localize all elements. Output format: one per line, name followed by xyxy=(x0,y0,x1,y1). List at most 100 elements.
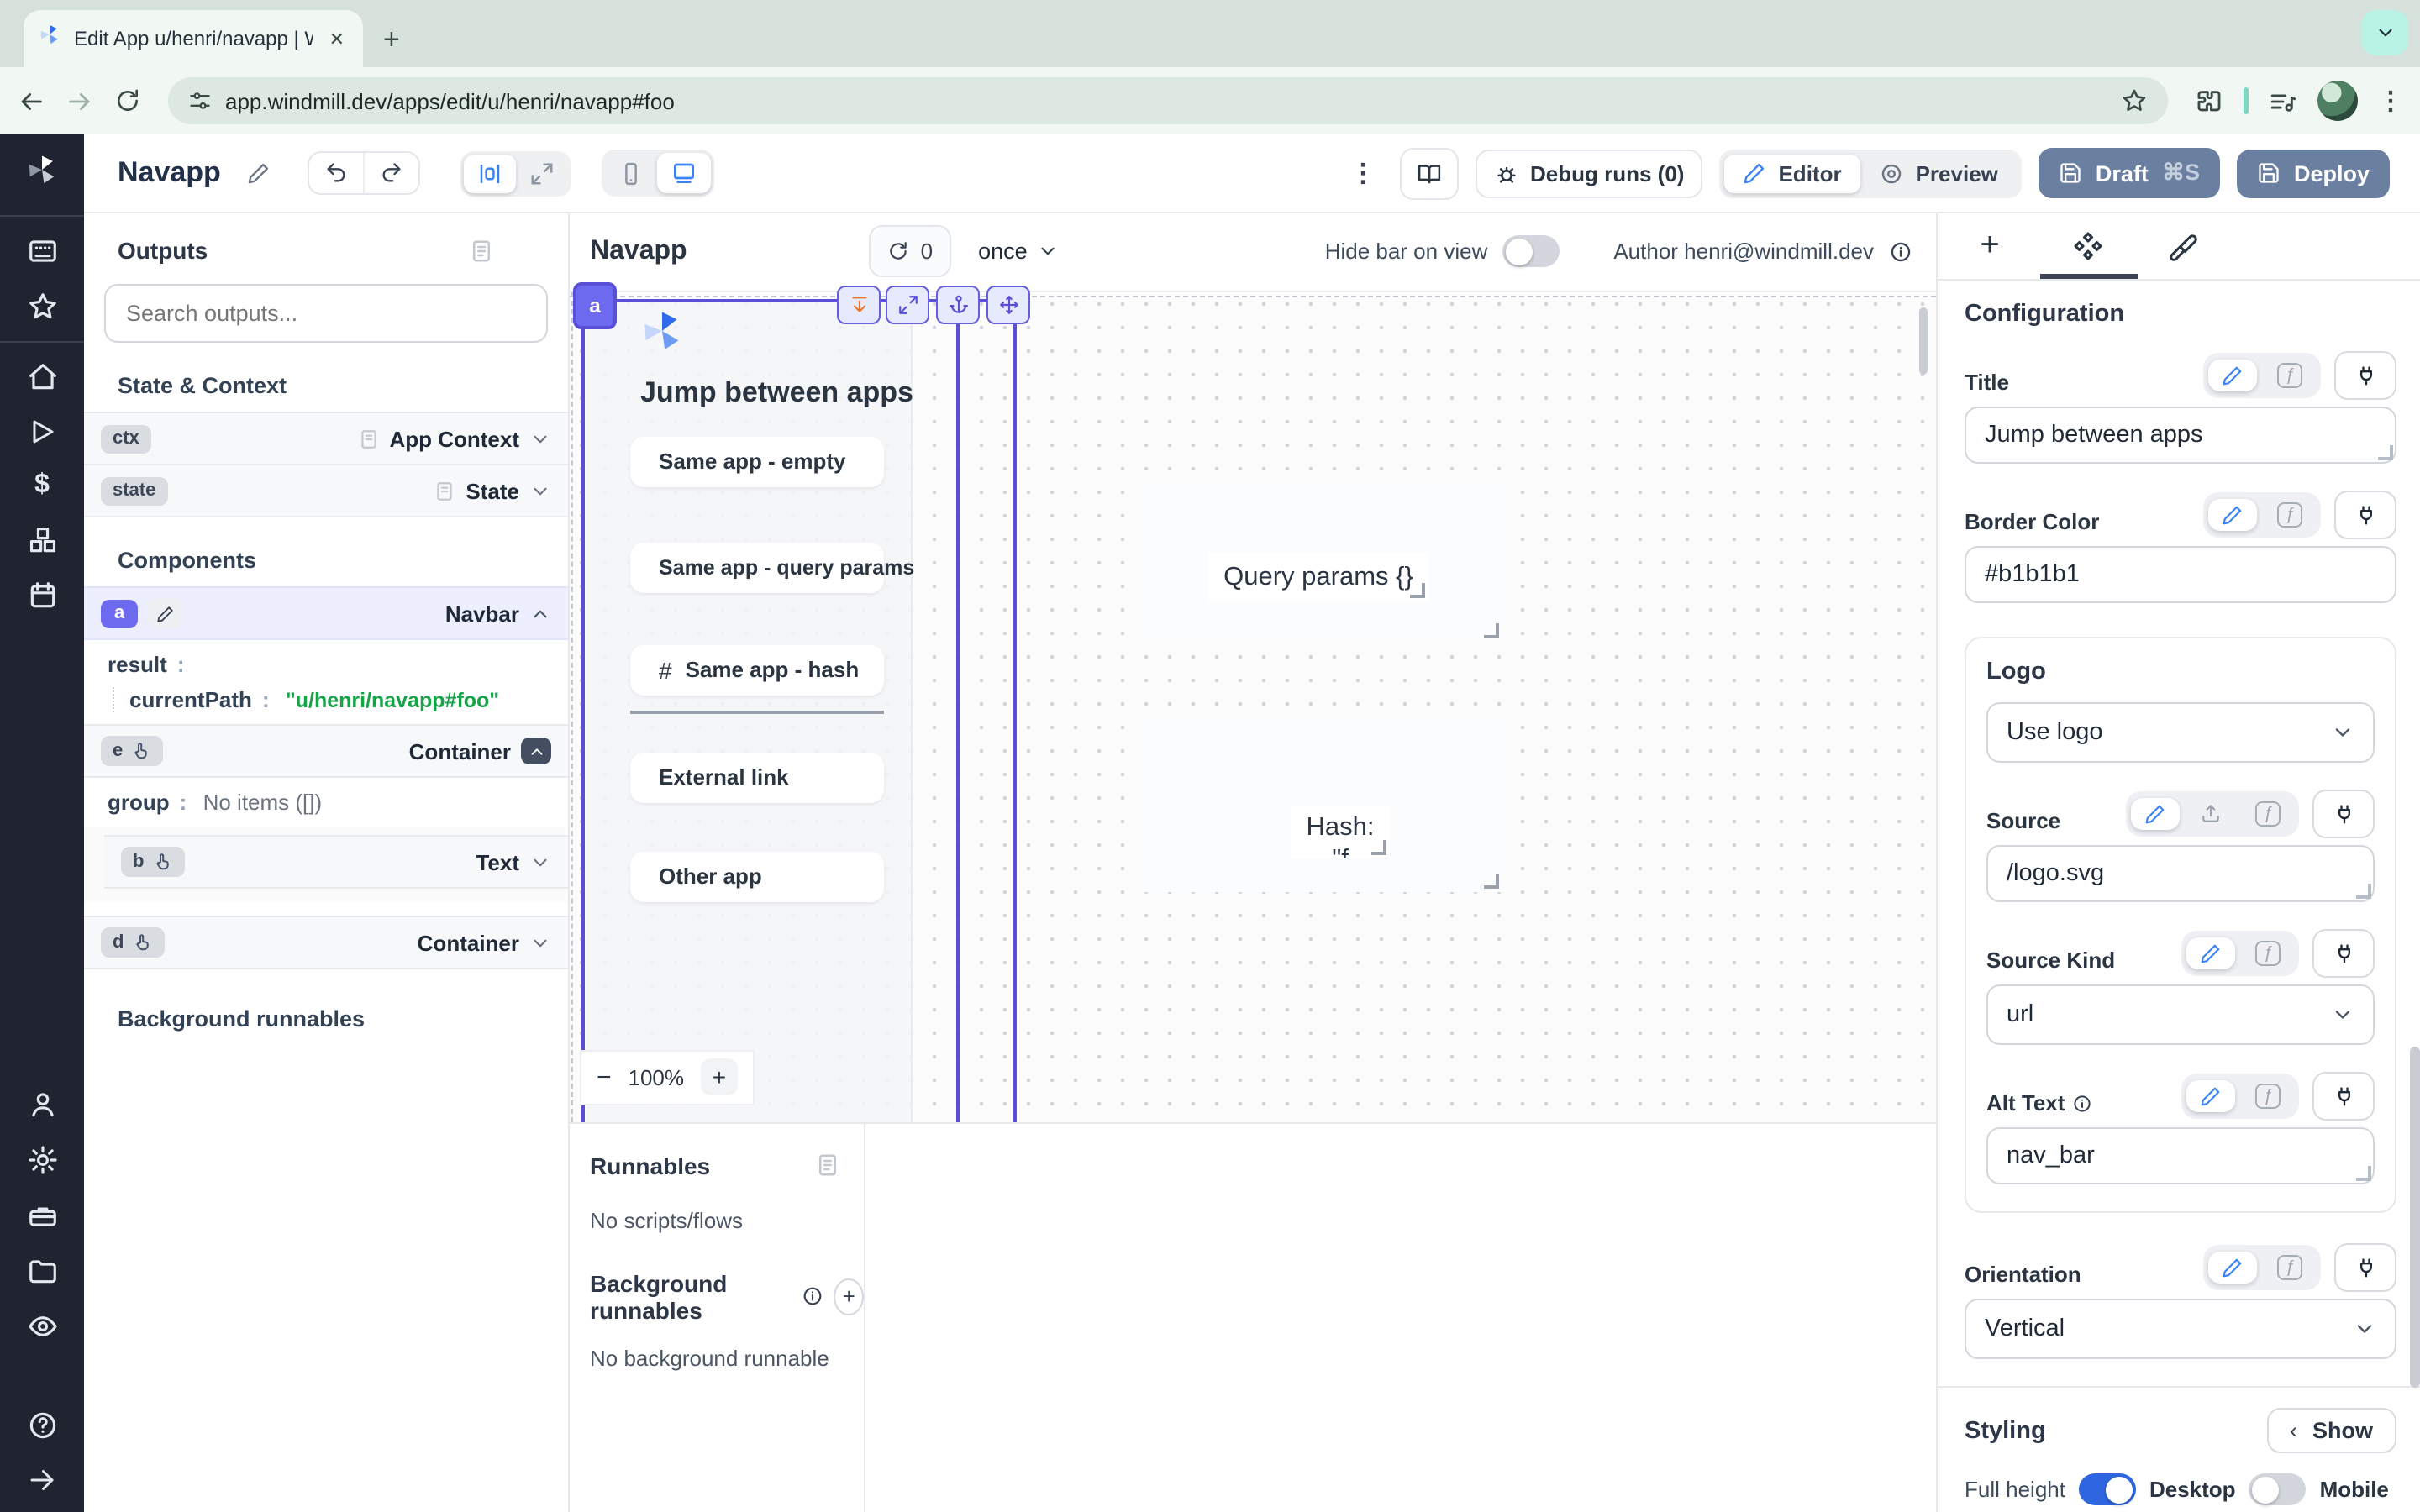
border-color-input[interactable] xyxy=(1965,546,2396,603)
users-icon[interactable] xyxy=(26,1089,58,1121)
static-mode-pencil-icon[interactable] xyxy=(2208,360,2257,391)
redo-button[interactable] xyxy=(364,153,419,193)
component-row-text-b[interactable]: b Text xyxy=(104,835,568,889)
collapse-sidebar-arrow-icon[interactable] xyxy=(27,1465,57,1495)
connect-plug-button[interactable] xyxy=(2312,929,2375,978)
profile-avatar[interactable] xyxy=(2317,81,2358,121)
tab-insert-component[interactable]: + xyxy=(1960,213,2020,279)
zoom-out-button[interactable]: − xyxy=(597,1063,612,1092)
help-icon[interactable] xyxy=(26,1410,58,1441)
use-logo-select[interactable]: Use logo xyxy=(1986,702,2375,763)
edit-id-pencil-icon[interactable] xyxy=(148,598,182,628)
connect-plug-button[interactable] xyxy=(2334,491,2396,539)
refresh-mode-dropdown[interactable]: once xyxy=(978,239,1060,265)
mobile-view-button[interactable] xyxy=(606,154,658,192)
nav-link-same-app-empty[interactable]: Same app - empty xyxy=(630,437,884,487)
resize-handle[interactable] xyxy=(2378,445,2393,460)
doc-icon[interactable] xyxy=(469,238,494,263)
forward-button[interactable] xyxy=(66,87,94,115)
styling-show-button[interactable]: ‹ Show xyxy=(2266,1408,2396,1453)
tab-editor[interactable]: Editor xyxy=(1724,154,1860,192)
fullscreen-layout-button[interactable] xyxy=(517,154,569,192)
fx-mode-icon[interactable]: ƒ xyxy=(2264,497,2316,533)
hide-bar-toggle[interactable] xyxy=(1502,236,1560,268)
resize-handle[interactable] xyxy=(2356,1166,2371,1181)
connect-plug-button[interactable] xyxy=(2334,1243,2396,1292)
connect-plug-button[interactable] xyxy=(2312,1072,2375,1121)
nav-link-same-app-query-params[interactable]: Same app - query params xyxy=(630,543,884,593)
static-mode-pencil-icon[interactable] xyxy=(2186,937,2235,969)
fx-mode-icon[interactable]: ƒ xyxy=(2242,936,2294,971)
currentpath-value[interactable]: "u/henri/navapp#foo" xyxy=(286,689,499,712)
upload-mode-icon[interactable] xyxy=(2186,798,2235,830)
alt-text-input[interactable] xyxy=(1986,1127,2375,1184)
static-mode-pencil-icon[interactable] xyxy=(2208,1252,2257,1284)
schedules-icon[interactable] xyxy=(26,580,58,612)
app-canvas[interactable]: a xyxy=(570,292,1936,1122)
workers-icon[interactable] xyxy=(26,1200,58,1231)
home-icon[interactable] xyxy=(26,361,58,393)
state-row[interactable]: state State xyxy=(84,465,568,517)
audit-logs-eye-icon[interactable] xyxy=(26,1310,58,1342)
collapse-button[interactable] xyxy=(521,738,551,764)
favorites-star-icon[interactable] xyxy=(26,291,58,323)
undo-button[interactable] xyxy=(310,153,364,193)
chevron-up-icon[interactable] xyxy=(529,602,551,624)
move-button[interactable] xyxy=(986,286,1030,324)
component-row-navbar[interactable]: a Navbar xyxy=(84,586,568,640)
doc-icon[interactable] xyxy=(815,1153,840,1179)
resize-handle[interactable] xyxy=(1410,583,1425,598)
title-input[interactable] xyxy=(1965,407,2396,464)
info-icon[interactable] xyxy=(1889,240,1912,264)
outputs-search[interactable] xyxy=(104,284,548,343)
connect-plug-button[interactable] xyxy=(2334,351,2396,400)
full-height-desktop-toggle[interactable] xyxy=(2079,1473,2136,1505)
chevron-down-icon[interactable] xyxy=(529,932,551,953)
component-row-container-d[interactable]: d Container xyxy=(84,916,568,969)
selected-component-badge[interactable]: a xyxy=(573,282,617,329)
hash-text-component[interactable]: Hash: "f xyxy=(1291,806,1390,858)
desktop-view-button[interactable] xyxy=(658,153,712,193)
connect-plug-button[interactable] xyxy=(2312,790,2375,838)
resize-handle[interactable] xyxy=(1484,623,1499,638)
nav-link-same-app-hash[interactable]: # Same app - hash xyxy=(630,645,884,696)
static-mode-pencil-icon[interactable] xyxy=(2186,1080,2235,1112)
chevron-down-icon[interactable] xyxy=(529,428,551,449)
reload-button[interactable] xyxy=(114,87,141,114)
add-background-runnable-button[interactable]: + xyxy=(834,1278,864,1315)
media-controls-icon[interactable] xyxy=(2269,87,2297,115)
ctx-row[interactable]: ctx App Context xyxy=(84,412,568,465)
runs-icon[interactable] xyxy=(27,417,57,447)
windmill-logo[interactable] xyxy=(24,151,60,197)
hash-container[interactable]: Hash: "f xyxy=(1134,716,1502,892)
draft-button[interactable]: Draft ⌘S xyxy=(2039,148,2220,198)
fx-mode-icon[interactable]: ƒ xyxy=(2242,1079,2294,1114)
fx-mode-icon[interactable]: ƒ xyxy=(2264,358,2316,393)
workspace-icon[interactable] xyxy=(26,235,58,267)
search-outputs-input[interactable] xyxy=(123,299,529,328)
source-kind-select[interactable]: url xyxy=(1986,984,2375,1045)
settings-scrollbar[interactable] xyxy=(2410,1047,2420,1388)
resources-icon[interactable] xyxy=(26,524,58,556)
fx-mode-icon[interactable]: ƒ xyxy=(2242,796,2294,832)
new-tab-button[interactable]: + xyxy=(383,25,400,54)
variables-icon[interactable]: $ xyxy=(34,470,50,501)
site-settings-icon[interactable] xyxy=(188,89,212,113)
static-mode-pencil-icon[interactable] xyxy=(2131,798,2180,830)
back-button[interactable] xyxy=(17,87,45,115)
browser-menu-icon[interactable]: ⋮ xyxy=(2378,86,2403,116)
chevron-down-icon[interactable] xyxy=(529,851,551,873)
info-icon[interactable] xyxy=(2071,1093,2091,1113)
tab-search-button[interactable] xyxy=(2361,10,2408,55)
url-text[interactable]: app.windmill.dev/apps/edit/u/henri/navap… xyxy=(225,88,2107,113)
debug-runs-button[interactable]: Debug runs (0) xyxy=(1475,149,1702,197)
browser-tab[interactable]: Edit App u/henri/navapp | Win ✕ xyxy=(24,10,363,67)
more-options-kebab[interactable]: ⋮ xyxy=(1344,158,1382,188)
maximize-button[interactable] xyxy=(886,286,929,324)
settings-gear-icon[interactable] xyxy=(26,1144,58,1176)
component-row-container-e[interactable]: e Container xyxy=(84,724,568,778)
refresh-counter[interactable]: 0 xyxy=(869,226,951,278)
address-bar[interactable]: app.windmill.dev/apps/edit/u/henri/navap… xyxy=(168,77,2168,124)
full-height-mobile-toggle[interactable] xyxy=(2249,1473,2307,1505)
tab-close-icon[interactable]: ✕ xyxy=(324,26,350,51)
